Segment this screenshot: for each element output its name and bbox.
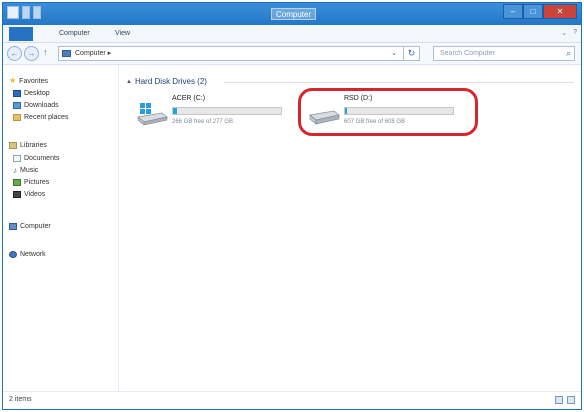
sidebar-item-label: Videos [24,191,46,198]
status-bar: 2 items [3,391,581,409]
up-button[interactable]: ↑ [43,47,48,57]
collapse-chevron-icon[interactable]: ▲ [126,79,132,85]
sidebar-item-label: Favorites [19,77,48,85]
sidebar-item-favorites[interactable]: ★ Favorites [9,77,48,85]
videos-icon [13,191,21,198]
group-header-label: Hard Disk Drives (2) [134,77,207,86]
navigation-pane: ★ Favorites Desktop Downloads Recent pla… [3,65,119,391]
file-tab[interactable] [9,27,33,41]
drive-item-c[interactable]: ACER (C:) 266 GB free of 277 GB [134,93,299,133]
window-title: Computer [271,8,317,20]
drive-free-space: 266 GB free of 277 GB [172,119,234,125]
view-switcher [555,396,575,404]
close-button[interactable]: ✕ [543,4,577,19]
search-input[interactable]: Search Computer [440,50,495,57]
drive-usage-bar [172,107,282,115]
network-icon [9,251,17,258]
drive-usage-fill [173,108,178,114]
drive-name: ACER (C:) [172,95,206,102]
navigation-bar: ← → ↑ Computer ▸ ⌄ ↻ Search Computer ⌕ [3,43,581,65]
forward-button[interactable]: → [24,46,39,61]
address-bar[interactable]: Computer ▸ ⌄ ↻ [58,46,420,61]
sidebar-item-computer[interactable]: Computer [9,223,51,230]
window-controls: – □ ✕ [503,4,577,19]
annotation-highlight-circle [298,88,478,136]
help-icon[interactable]: ? [573,29,577,37]
hard-drive-windows-icon [137,103,168,125]
expand-ribbon-icon[interactable]: ⌄ [561,29,567,37]
star-icon: ★ [9,76,17,85]
tab-computer[interactable]: Computer [59,30,90,37]
maximize-button[interactable]: □ [523,4,543,19]
quick-access-toolbar [7,6,41,19]
desktop-icon [13,90,21,97]
item-count: 2 items [9,396,32,403]
sidebar-item-videos[interactable]: Videos [13,191,45,198]
computer-icon [62,50,71,57]
sidebar-item-network[interactable]: Network [9,251,46,258]
group-header-hard-disk-drives[interactable]: ▲ Hard Disk Drives (2) [126,77,207,86]
tab-view[interactable]: View [115,30,130,37]
search-box[interactable]: Search Computer ⌕ [433,46,575,61]
address-dropdown-icon[interactable]: ⌄ [391,49,397,57]
folder-icon[interactable] [7,6,19,19]
sidebar-item-documents[interactable]: Documents [13,155,59,162]
sidebar-item-recent-places[interactable]: Recent places [13,114,68,121]
music-icon: ♪ [13,166,17,175]
new-folder-icon[interactable] [33,6,41,19]
large-icons-view-icon[interactable] [567,396,575,404]
sidebar-item-label: Libraries [20,142,47,149]
group-divider [224,82,574,83]
sidebar-item-label: Desktop [24,90,50,97]
recent-places-icon [13,114,21,121]
sidebar-item-label: Computer [20,223,51,230]
sidebar-item-pictures[interactable]: Pictures [13,179,49,186]
search-icon[interactable]: ⌕ [566,48,571,59]
refresh-button[interactable]: ↻ [403,46,419,61]
back-button[interactable]: ← [7,46,22,61]
sidebar-item-label: Network [20,251,46,258]
downloads-icon [13,102,21,109]
sidebar-item-music[interactable]: ♪ Music [13,166,39,175]
details-view-icon[interactable] [555,396,563,404]
ribbon: Computer View ⌄ ? [3,25,581,43]
sidebar-item-label: Recent places [24,114,69,121]
address-path[interactable]: Computer ▸ [75,49,111,57]
documents-icon [13,155,21,162]
sidebar-item-label: Documents [24,155,60,162]
computer-icon [9,223,17,230]
explorer-window: Computer – □ ✕ Computer View ⌄ ? ← → ↑ C… [2,2,582,410]
sidebar-item-label: Music [20,167,39,174]
sidebar-item-desktop[interactable]: Desktop [13,90,50,97]
title-bar: Computer – □ ✕ [3,3,581,25]
libraries-icon [9,142,17,149]
sidebar-item-downloads[interactable]: Downloads [13,102,59,109]
ribbon-controls: ⌄ ? [561,29,577,37]
properties-icon[interactable] [22,6,30,19]
sidebar-item-label: Pictures [24,179,50,186]
sidebar-item-label: Downloads [24,102,59,109]
sidebar-item-libraries[interactable]: Libraries [9,142,47,149]
minimize-button[interactable]: – [503,4,523,19]
pictures-icon [13,179,21,186]
